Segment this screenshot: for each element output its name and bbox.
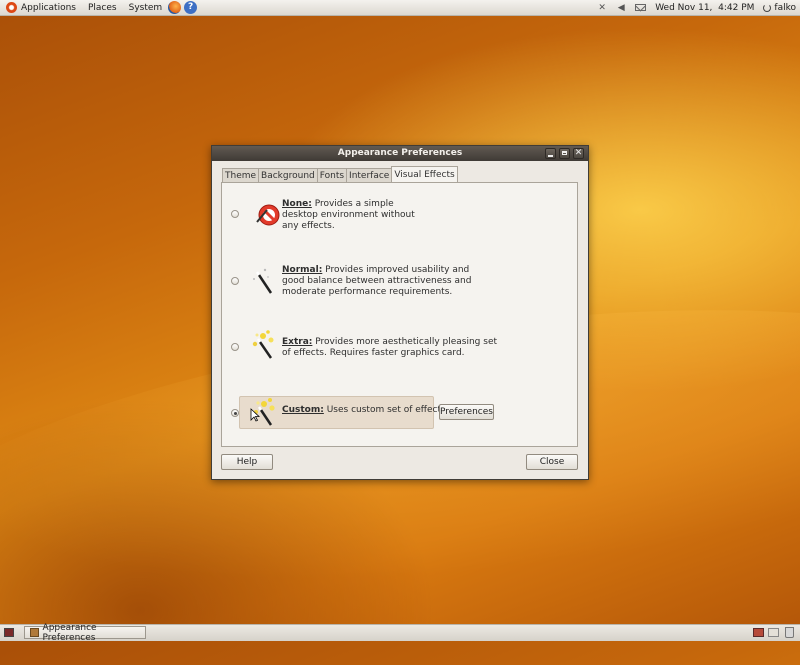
option-normal-text: Normal: Provides improved usability and … [282, 265, 471, 298]
clock[interactable]: Wed Nov 11, 4:42 PM [655, 3, 754, 13]
close-icon[interactable]: ✕ [573, 148, 584, 159]
radio-normal[interactable] [231, 277, 239, 285]
bottom-panel: Appearance Preferences [0, 623, 800, 643]
option-none-label: None: [282, 199, 312, 209]
close-button-label: Close [539, 457, 565, 467]
sparkle-wand-icon [252, 330, 274, 359]
option-normal-label: Normal: [282, 265, 323, 275]
taskbar-appearance-preferences[interactable]: Appearance Preferences [24, 623, 146, 643]
ubuntu-logo-icon[interactable] [6, 2, 17, 13]
radio-extra[interactable] [231, 343, 239, 351]
volume-icon[interactable]: ◀ [616, 3, 626, 13]
tab-interface[interactable]: Interface [346, 168, 393, 182]
top-panel: Applications Places System ? ✕ ◀ Wed Nov… [0, 0, 800, 16]
workspace-2[interactable] [768, 628, 779, 637]
tab-visual-effects[interactable]: Visual Effects [391, 166, 458, 182]
option-normal-desc-1: Provides improved usability and [325, 265, 470, 275]
window-titlebar[interactable]: Appearance Preferences ✕ [212, 146, 588, 161]
tab-theme[interactable]: Theme [222, 168, 260, 182]
no-effects-icon [256, 204, 280, 226]
tab-fonts[interactable]: Fonts [316, 168, 348, 182]
window-controls: ✕ [545, 148, 584, 159]
option-custom-label: Custom: [282, 405, 324, 415]
mouse-cursor-icon [250, 408, 260, 422]
user-name: falko [774, 2, 796, 13]
wand-icon [253, 268, 273, 294]
tab-background[interactable]: Background [258, 168, 318, 182]
option-extra-label: Extra: [282, 337, 313, 347]
help-button[interactable]: Help [221, 454, 273, 470]
option-normal-desc-2: good balance between attractiveness and [282, 276, 472, 286]
radio-custom[interactable] [231, 409, 239, 417]
option-extra-desc-2: of effects. Requires faster graphics car… [282, 348, 465, 358]
appearance-app-icon [30, 628, 39, 637]
show-desktop-icon[interactable] [4, 628, 14, 637]
network-icon[interactable]: ✕ [597, 3, 607, 13]
close-button[interactable]: Close [526, 454, 578, 470]
radio-none[interactable] [231, 210, 239, 218]
tab-bar: Theme Background Fonts Interface Visual … [222, 166, 458, 182]
option-none-desc-2: desktop environment without [282, 210, 415, 220]
menu-applications[interactable]: Applications [21, 3, 76, 13]
top-panel-tray: ✕ ◀ Wed Nov 11, 4:42 PM falko [597, 0, 796, 15]
option-normal-desc-3: moderate performance requirements. [282, 287, 453, 297]
menu-places[interactable]: Places [88, 3, 117, 13]
user-switcher[interactable]: falko [763, 3, 796, 13]
option-custom-desc: Uses custom set of effects. [326, 405, 449, 415]
minimize-icon[interactable] [545, 148, 556, 159]
help-button-label: Help [236, 457, 258, 467]
maximize-icon[interactable] [559, 148, 570, 159]
mail-icon[interactable] [635, 4, 647, 11]
workspace-1[interactable] [753, 628, 764, 637]
option-none-text: None: Provides a simple desktop environm… [282, 199, 415, 232]
power-icon [763, 3, 772, 12]
option-extra-desc-1: Provides more aesthetically pleasing set [315, 337, 498, 347]
trash-icon[interactable] [785, 627, 794, 638]
preferences-button[interactable]: Preferences [439, 404, 494, 420]
window-title: Appearance Preferences [337, 148, 463, 158]
option-none-desc-1: Provides a simple [314, 199, 394, 209]
menu-system[interactable]: System [129, 3, 163, 13]
visual-effects-panel: None: Provides a simple desktop environm… [221, 182, 578, 447]
firefox-launcher-icon[interactable] [168, 1, 182, 14]
help-launcher-icon[interactable]: ? [184, 1, 198, 14]
option-custom-text: Custom: Uses custom set of effects. [282, 405, 449, 416]
appearance-preferences-window: Appearance Preferences ✕ Theme Backgroun… [211, 145, 589, 480]
option-extra-text: Extra: Provides more aesthetically pleas… [282, 337, 497, 359]
option-none-desc-3: any effects. [282, 221, 335, 231]
